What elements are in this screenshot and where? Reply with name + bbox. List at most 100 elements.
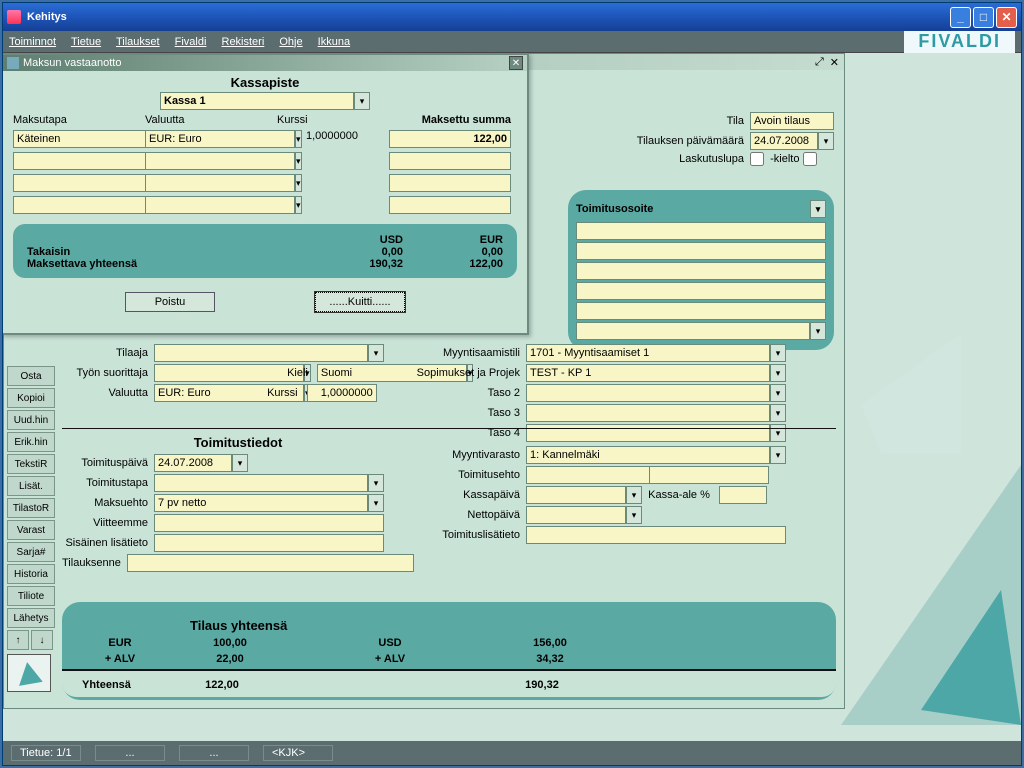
maksettu-3[interactable]: [389, 174, 511, 192]
sisainen-label: Sisäinen lisätieto: [62, 537, 154, 549]
lupa-label: Laskutuslupa: [610, 153, 750, 165]
sidebar-tiliote[interactable]: Tiliote: [7, 586, 55, 606]
toimtapa-dd[interactable]: ▾: [368, 474, 384, 492]
dlg-valuutta-4[interactable]: [145, 196, 295, 214]
sopimus-field[interactable]: [526, 364, 770, 382]
kassapiste-dd[interactable]: ▾: [354, 92, 370, 110]
tyon-field[interactable]: [154, 364, 304, 382]
kuitti-button[interactable]: ......Kuitti......: [315, 292, 405, 312]
sidebar-tilastor[interactable]: TilastoR: [7, 498, 55, 518]
sidebar-kopioi[interactable]: Kopioi: [7, 388, 55, 408]
taso3-dd[interactable]: ▾: [770, 404, 786, 422]
tila-field[interactable]: [750, 112, 834, 130]
taso4-dd[interactable]: ▾: [770, 424, 786, 442]
nettopv-picker[interactable]: ▾: [626, 506, 642, 524]
sidebar-erikhin[interactable]: Erik.hin: [7, 432, 55, 452]
tilaaja-field[interactable]: [154, 344, 368, 362]
toimlisa-field[interactable]: [526, 526, 786, 544]
dlg-valuutta-2[interactable]: [145, 152, 295, 170]
maksettu-1[interactable]: [389, 130, 511, 148]
toimitus-heading: Toimitustiedot: [62, 435, 414, 450]
kurssi-field[interactable]: [307, 384, 377, 402]
kassapv-picker[interactable]: ▾: [626, 486, 642, 504]
varasto-field[interactable]: [526, 446, 770, 464]
delivery-line6[interactable]: [576, 322, 810, 340]
kassapiste-heading: Kassapiste: [13, 75, 517, 90]
tilauksenne-field[interactable]: [127, 554, 414, 572]
taso2-field[interactable]: [526, 384, 770, 402]
sisainen-field[interactable]: [154, 534, 384, 552]
menu-tietue[interactable]: Tietue: [71, 36, 101, 48]
delivery-line3[interactable]: [576, 262, 826, 280]
maximize-button[interactable]: □: [973, 7, 994, 28]
subwin-close-icon[interactable]: ✕: [830, 56, 839, 69]
maksuehto-field[interactable]: [154, 494, 368, 512]
dlg-valuutta-1[interactable]: [145, 130, 295, 148]
delivery-line4[interactable]: [576, 282, 826, 300]
kassapiste-field[interactable]: [160, 92, 354, 110]
toimpv-field[interactable]: [154, 454, 232, 472]
nav-up-button[interactable]: ↑: [7, 630, 29, 650]
sidebar-sarja[interactable]: Sarja#: [7, 542, 55, 562]
close-button[interactable]: ✕: [996, 7, 1017, 28]
pvm-picker-button[interactable]: ▾: [818, 132, 834, 150]
payment-dialog: Maksun vastaanotto ✕ Kassapiste ▾ Maksut…: [3, 53, 529, 335]
taso2-dd[interactable]: ▾: [770, 384, 786, 402]
maksuehto-dd[interactable]: ▾: [368, 494, 384, 512]
menu-toiminnot[interactable]: Toiminnot: [9, 36, 56, 48]
maksutapa-1[interactable]: [13, 130, 163, 148]
pvm-field[interactable]: [750, 132, 818, 150]
maksutapa-3[interactable]: [13, 174, 163, 192]
sidebar-lahetys[interactable]: Lähetys: [7, 608, 55, 628]
menu-tilaukset[interactable]: Tilaukset: [116, 36, 160, 48]
maksettu-4[interactable]: [389, 196, 511, 214]
dlg-valuutta-3[interactable]: [145, 174, 295, 192]
delivery-line5[interactable]: [576, 302, 826, 320]
statusbar: Tietue: 1/1 ... ... <KJK>: [3, 741, 1021, 765]
toimehto-text-field[interactable]: [649, 466, 769, 484]
taso3-field[interactable]: [526, 404, 770, 422]
kielto-checkbox[interactable]: [803, 152, 817, 166]
menu-rekisteri[interactable]: Rekisteri: [222, 36, 265, 48]
maksettu-2[interactable]: [389, 152, 511, 170]
nettopv-field[interactable]: [526, 506, 626, 524]
kassapv-field[interactable]: [526, 486, 626, 504]
menu-fivaldi[interactable]: Fivaldi: [175, 36, 207, 48]
lupa-checkbox[interactable]: [750, 152, 764, 166]
menu-ikkuna[interactable]: Ikkuna: [318, 36, 350, 48]
varasto-label: Myyntivarasto: [416, 449, 526, 461]
sidebar-lisat[interactable]: Lisät.: [7, 476, 55, 496]
delivery-line2[interactable]: [576, 242, 826, 260]
toimpv-picker[interactable]: ▾: [232, 454, 248, 472]
sidebar-varast[interactable]: Varast: [7, 520, 55, 540]
maksutapa-4[interactable]: [13, 196, 163, 214]
viite-field[interactable]: [154, 514, 384, 532]
totals-eur-lbl: EUR: [70, 637, 170, 649]
menu-ohje[interactable]: Ohje: [279, 36, 302, 48]
tilaaja-dd[interactable]: ▾: [368, 344, 384, 362]
sidebar-uudhin[interactable]: Uud.hin: [7, 410, 55, 430]
subwin-minimize-icon[interactable]: ⤢: [815, 56, 824, 69]
dialog-icon: [7, 57, 19, 69]
app-logo-icon: [7, 654, 51, 692]
myyntitili-field[interactable]: [526, 344, 770, 362]
sidebar-osta[interactable]: Osta: [7, 366, 55, 386]
dialog-close-button[interactable]: ✕: [509, 56, 523, 70]
minimize-button[interactable]: _: [950, 7, 971, 28]
sidebar-tekstir[interactable]: TekstiR: [7, 454, 55, 474]
delivery-dropdown-button[interactable]: ▾: [810, 200, 826, 218]
nav-down-button[interactable]: ↓: [31, 630, 53, 650]
sidebar-historia[interactable]: Historia: [7, 564, 55, 584]
myyntitili-dd[interactable]: ▾: [770, 344, 786, 362]
maksutapa-2[interactable]: [13, 152, 163, 170]
varasto-dd[interactable]: ▾: [770, 446, 786, 464]
taso4-field[interactable]: [526, 424, 770, 442]
toimtapa-field[interactable]: [154, 474, 368, 492]
sopimus-dd[interactable]: ▾: [770, 364, 786, 382]
kassaale-field[interactable]: [719, 486, 767, 504]
poistu-button[interactable]: Poistu: [125, 292, 215, 312]
delivery-line1[interactable]: [576, 222, 826, 240]
toimpv-label: Toimituspäivä: [62, 457, 154, 469]
dlg-kurssi-1: 1,0000000: [277, 130, 387, 148]
delivery-country-button[interactable]: ▾: [810, 322, 826, 340]
